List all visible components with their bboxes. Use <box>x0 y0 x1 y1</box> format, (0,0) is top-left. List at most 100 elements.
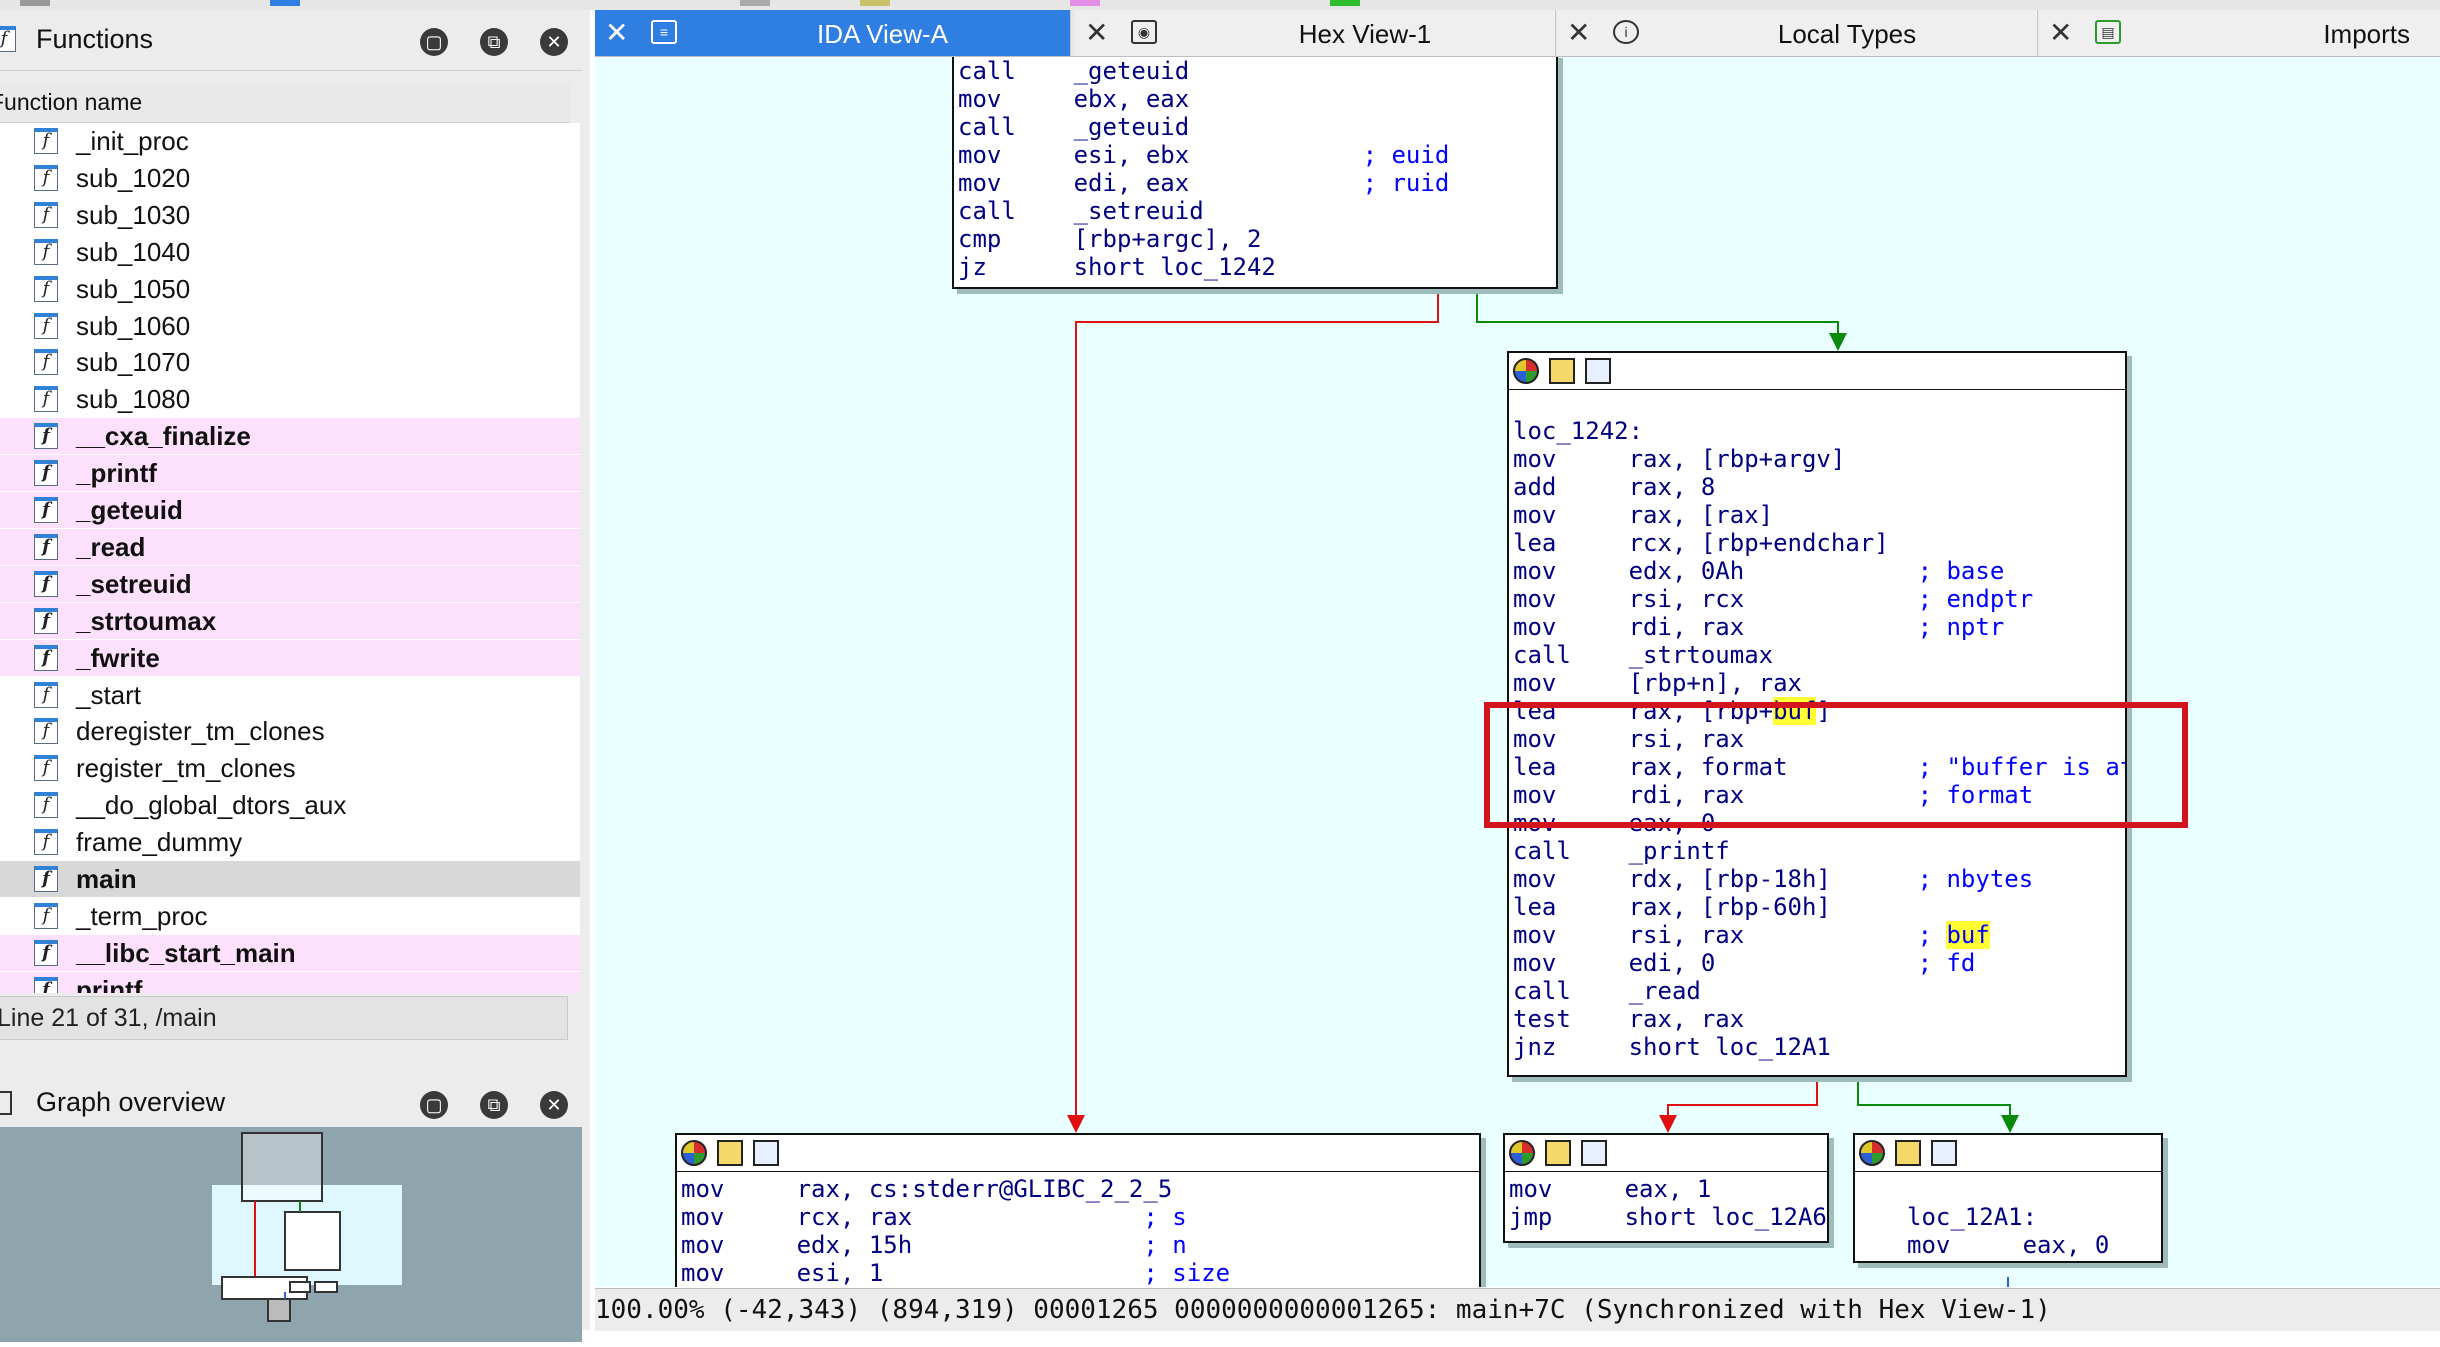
asm-line[interactable]: mov eax, 1 <box>1509 1175 1827 1203</box>
asm-line[interactable]: mov rdi, rax ; nptr <box>1513 613 2125 641</box>
color-picker-icon[interactable] <box>681 1140 707 1166</box>
rename-block-icon[interactable] <box>1895 1140 1921 1166</box>
code-block-top[interactable]: call _geteuid mov ebx, eax call _geteuid mov es… <box>952 57 1558 289</box>
function-list-item[interactable]: f sub_1060 <box>0 308 580 344</box>
function-list-item[interactable]: f sub_1080 <box>0 381 580 417</box>
function-list-item[interactable]: f deregister_tm_clones <box>0 713 580 749</box>
tab-ida-view-a[interactable]: ✕ ≡ IDA View-A <box>595 10 1071 56</box>
asm-line[interactable]: call _geteuid <box>958 57 1449 85</box>
asm-line[interactable]: mov rax, [rbp+argv] <box>1513 445 2125 473</box>
asm-line[interactable]: jnz short loc_12A1 <box>1513 1033 2125 1061</box>
asm-line[interactable]: test rax, rax <box>1513 1005 2125 1033</box>
asm-operands: _geteuid <box>1073 113 1190 141</box>
asm-line[interactable]: lea rcx, [rbp+endchar] <box>1513 529 2125 557</box>
asm-operands: _setreuid <box>1073 197 1204 225</box>
asm-line[interactable]: call _geteuid <box>958 113 1449 141</box>
function-list-item[interactable]: f main <box>0 861 580 897</box>
function-name-column-header[interactable]: Function name <box>0 82 570 123</box>
group-nodes-icon[interactable] <box>753 1140 779 1166</box>
function-list-item[interactable]: f _init_proc <box>0 123 580 159</box>
close-icon[interactable]: ✕ <box>540 28 568 56</box>
close-tab-icon[interactable]: ✕ <box>605 16 628 49</box>
color-picker-icon[interactable] <box>1859 1140 1885 1166</box>
function-list-item[interactable]: f _setreuid <box>0 565 580 602</box>
asm-line[interactable]: mov rax, [rax] <box>1513 501 2125 529</box>
asm-line[interactable]: cmp [rbp+argc], 2 <box>958 225 1449 253</box>
tab-local-types[interactable]: ✕ i Local Types <box>1557 10 2038 56</box>
graph-overview-title: Graph overview <box>36 1087 226 1117</box>
function-list-item[interactable]: f register_tm_clones <box>0 750 580 786</box>
edge-true-to-loc_1242 <box>1476 289 1839 345</box>
asm-operands: _geteuid <box>1073 57 1190 85</box>
asm-line[interactable]: mov rsi, rcx ; endptr <box>1513 585 2125 613</box>
code-block-loc_12A1[interactable]: loc_12A1: mov eax, 0 <box>1853 1133 2163 1263</box>
function-list-item[interactable]: f _term_proc <box>0 898 580 934</box>
function-list-item[interactable]: f _fwrite <box>0 639 580 676</box>
tab-hex-view-1[interactable]: ✕ ◉ Hex View-1 <box>1075 10 1556 56</box>
group-nodes-icon[interactable] <box>1585 358 1611 384</box>
tab-imports[interactable]: ✕ ▤ Imports <box>2039 10 2440 56</box>
asm-line[interactable]: mov [rbp+n], rax <box>1513 669 2125 697</box>
panel-float-icon[interactable]: ▢ <box>420 1091 448 1119</box>
asm-line[interactable]: add rax, 8 <box>1513 473 2125 501</box>
function-list-item[interactable]: f printf <box>0 971 580 993</box>
asm-mnemonic: mov <box>681 1175 725 1203</box>
asm-operands: eax, 1 <box>1624 1175 1712 1203</box>
close-tab-icon[interactable]: ✕ <box>2049 16 2072 49</box>
function-list-item[interactable]: f _read <box>0 528 580 565</box>
asm-line[interactable]: mov eax, 0 <box>1907 1231 2161 1259</box>
asm-line[interactable]: mov rsi, rax ; buf <box>1513 921 2125 949</box>
asm-line[interactable]: mov edx, 0Ah ; base <box>1513 557 2125 585</box>
group-nodes-icon[interactable] <box>1931 1140 1957 1166</box>
close-icon[interactable]: ✕ <box>540 1091 568 1119</box>
asm-line[interactable]: mov ebx, eax <box>958 85 1449 113</box>
close-tab-icon[interactable]: ✕ <box>1085 16 1108 49</box>
function-list-item[interactable]: f sub_1070 <box>0 344 580 380</box>
panel-restore-icon[interactable]: ⧉ <box>480 1091 508 1119</box>
function-list-item[interactable]: f __cxa_finalize <box>0 418 580 455</box>
function-list-item[interactable]: f _geteuid <box>0 492 580 528</box>
function-list-item[interactable]: f frame_dummy <box>0 824 580 860</box>
asm-comment: ; buf <box>1917 921 1990 949</box>
asm-line[interactable]: call _strtoumax <box>1513 641 2125 669</box>
asm-line[interactable]: call _setreuid <box>958 197 1449 225</box>
ida-graph-view[interactable]: call _geteuid mov ebx, eax call _geteuid mov es… <box>595 57 2440 1287</box>
function-list-item[interactable]: f _strtoumax <box>0 602 580 639</box>
panel-restore-icon[interactable]: ⧉ <box>480 28 508 56</box>
color-picker-icon[interactable] <box>1509 1140 1535 1166</box>
functions-list[interactable]: f _init_proc f sub_1020 f sub_1030 f sub_1040 f s… <box>0 123 580 993</box>
asm-line[interactable]: mov edx, 15h ; n <box>681 1231 1230 1259</box>
close-tab-icon[interactable]: ✕ <box>1567 16 1590 49</box>
graph-overview-canvas[interactable] <box>0 1127 582 1342</box>
asm-operands: rax, rax <box>1628 1005 1745 1033</box>
function-list-item[interactable]: f sub_1030 <box>0 197 580 233</box>
rename-block-icon[interactable] <box>717 1140 743 1166</box>
function-list-item[interactable]: f __libc_start_main <box>0 934 580 971</box>
rename-block-icon[interactable] <box>1549 358 1575 384</box>
asm-line[interactable]: mov rax, cs:stderr@GLIBC_2_2_5 <box>681 1175 1230 1203</box>
asm-line[interactable]: mov esi, ebx ; euid <box>958 141 1449 169</box>
function-list-item[interactable]: f _printf <box>0 455 580 492</box>
panel-float-icon[interactable]: ▢ <box>420 28 448 56</box>
asm-line[interactable]: mov esi, 1 ; size <box>681 1259 1230 1287</box>
function-list-item[interactable]: f _start <box>0 677 580 713</box>
group-nodes-icon[interactable] <box>1581 1140 1607 1166</box>
function-list-item[interactable]: f sub_1020 <box>0 160 580 196</box>
function-list-item[interactable]: f sub_1050 <box>0 271 580 307</box>
asm-operands: rsi, rax <box>1628 921 1745 949</box>
asm-line[interactable]: mov edi, 0 ; fd <box>1513 949 2125 977</box>
asm-line[interactable]: call _printf <box>1513 837 2125 865</box>
code-block-stderr[interactable]: mov rax, cs:stderr@GLIBC_2_2_5 mov rcx, rax… <box>675 1133 1481 1287</box>
function-list-item[interactable]: f sub_1040 <box>0 234 580 270</box>
function-list-item[interactable]: f __do_global_dtors_aux <box>0 787 580 823</box>
asm-line[interactable]: jz short loc_1242 <box>958 253 1449 281</box>
color-picker-icon[interactable] <box>1513 358 1539 384</box>
asm-line[interactable]: jmp short loc_12A6 <box>1509 1203 1827 1231</box>
rename-block-icon[interactable] <box>1545 1140 1571 1166</box>
asm-line[interactable]: mov edi, eax ; ruid <box>958 169 1449 197</box>
asm-line[interactable]: mov rcx, rax ; s <box>681 1203 1230 1231</box>
asm-line[interactable]: mov rdx, [rbp-18h] ; nbytes <box>1513 865 2125 893</box>
code-block-mov-eax-1[interactable]: mov eax, 1 jmp short loc_12A6 <box>1503 1133 1829 1243</box>
asm-line[interactable]: lea rax, [rbp-60h] <box>1513 893 2125 921</box>
asm-line[interactable]: call _read <box>1513 977 2125 1005</box>
